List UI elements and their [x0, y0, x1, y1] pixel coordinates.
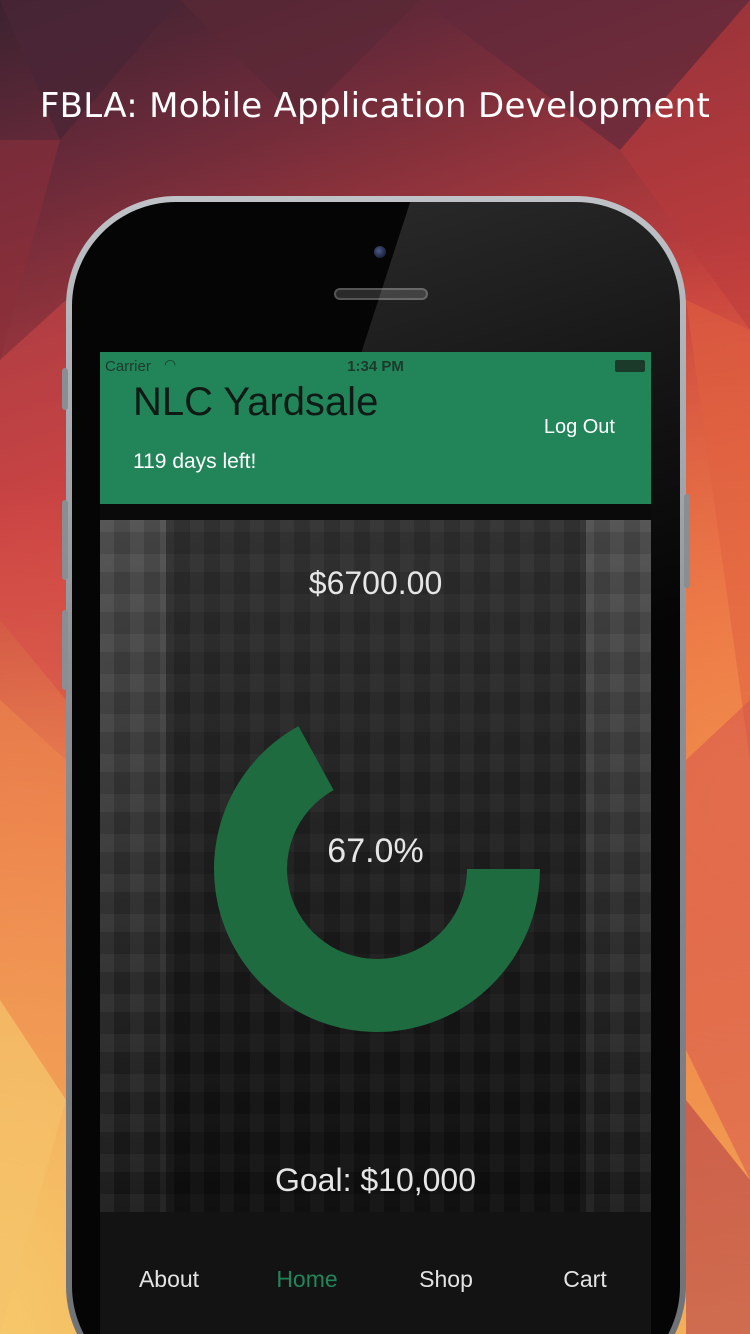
status-bar: Carrier ◠ 1:34 PM: [100, 356, 651, 378]
days-left-label: 119 days left!: [133, 450, 257, 473]
progress-arc: [214, 726, 540, 1032]
background-photo: $6700.00 67.0% Goal: $10,000: [100, 520, 651, 1212]
app-header: Carrier ◠ 1:34 PM NLC Yardsale 119 days …: [100, 352, 651, 504]
tab-bar: About Home Shop Cart: [100, 1212, 651, 1334]
volume-down-button: [62, 610, 68, 690]
app-title: NLC Yardsale: [133, 380, 379, 424]
power-button: [684, 494, 690, 588]
tab-shop[interactable]: Shop: [377, 1266, 515, 1293]
goal-label: Goal: $10,000: [274, 1162, 477, 1198]
volume-up-button: [62, 500, 68, 580]
header-divider: [100, 504, 651, 520]
battery-icon: [615, 360, 645, 372]
promo-title: FBLA: Mobile Application Development: [39, 86, 711, 126]
logout-button[interactable]: Log Out: [544, 416, 615, 439]
tab-home[interactable]: Home: [238, 1266, 376, 1293]
tab-about[interactable]: About: [100, 1266, 238, 1293]
front-camera-icon: [374, 246, 386, 258]
progress-percent: 67.0%: [327, 832, 424, 870]
app-screen: Carrier ◠ 1:34 PM NLC Yardsale 119 days …: [100, 352, 651, 1334]
raised-amount: $6700.00: [308, 565, 443, 601]
tab-cart[interactable]: Cart: [516, 1266, 651, 1293]
mute-switch: [62, 368, 68, 410]
status-time: 1:34 PM: [347, 358, 404, 375]
